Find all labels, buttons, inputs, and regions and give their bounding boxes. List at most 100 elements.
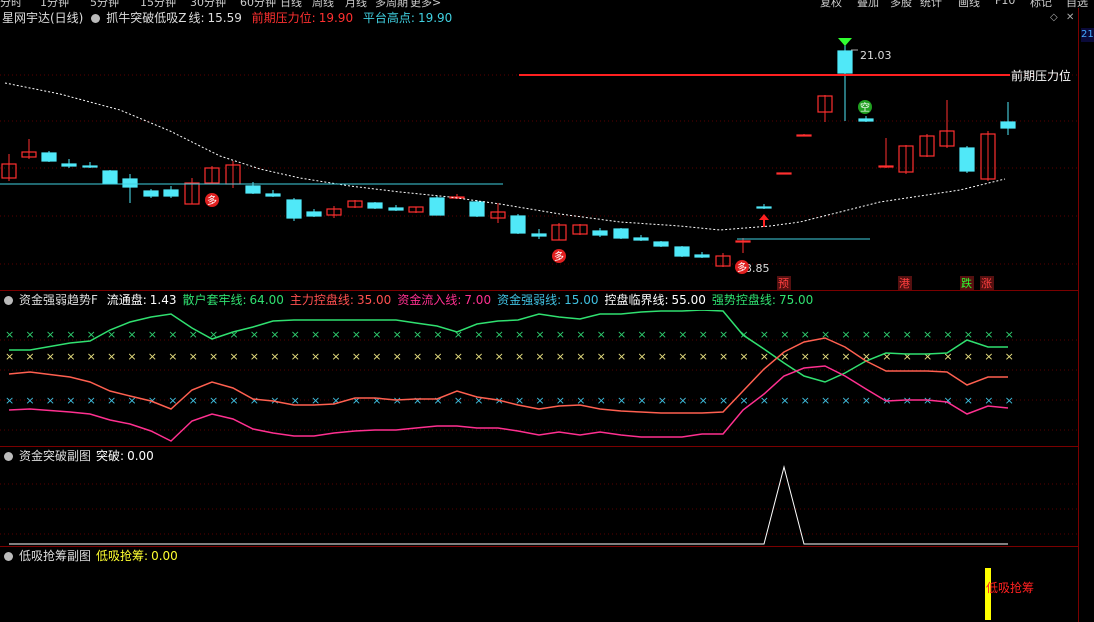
level-mark: × [352, 394, 361, 407]
diamond-icon[interactable]: ◇ [1050, 12, 1058, 23]
level-mark: × [46, 328, 55, 341]
level-mark: × [433, 328, 442, 341]
level-mark: × [637, 328, 646, 341]
level-mark: × [964, 350, 973, 363]
nav-item[interactable]: 15分钟 [140, 0, 176, 8]
candle-body [286, 199, 302, 219]
nav-item[interactable]: 标记 [1030, 0, 1052, 8]
nav-item[interactable]: 多股 [890, 0, 912, 8]
level-mark: × [5, 350, 14, 363]
candle-body [613, 228, 629, 239]
candle-body [735, 240, 751, 243]
level-mark: × [760, 328, 769, 341]
level-mark: × [229, 394, 238, 407]
lowbuy-value: 0.00 [151, 549, 178, 563]
line-label: 线: [188, 11, 205, 25]
panel-separator [0, 546, 1078, 547]
level-mark: × [189, 394, 198, 407]
level-mark: × [66, 328, 75, 341]
level-mark: × [658, 350, 667, 363]
nav-item[interactable]: 自选 [1066, 0, 1088, 8]
level-mark: × [1005, 350, 1014, 363]
nav-item[interactable]: 叠加 [857, 0, 879, 8]
level-mark: × [25, 350, 34, 363]
panel2-menu-icon[interactable] [4, 296, 13, 305]
panel4-menu-icon[interactable] [4, 552, 13, 561]
level-mark: × [658, 328, 667, 341]
panel3-title[interactable]: 资金突破副图 [19, 449, 91, 463]
indicator-menu-icon[interactable] [91, 14, 101, 23]
level-mark: × [617, 350, 626, 363]
indicator-name[interactable]: 抓牛突破低吸Z [106, 11, 186, 25]
nav-item[interactable]: 多周期 [375, 0, 408, 8]
legend-value: 7.00 [464, 293, 492, 307]
nav-item[interactable]: 日线 [280, 0, 302, 8]
candle-body [61, 163, 77, 167]
level-mark: × [454, 350, 463, 363]
level-mark: × [331, 350, 340, 363]
stock-title[interactable]: 星网宇达(日线) [2, 11, 83, 25]
nav-item[interactable]: 月线 [345, 0, 367, 8]
level-mark: × [250, 350, 259, 363]
nav-item[interactable]: 画线 [958, 0, 980, 8]
fund-strength-chart[interactable]: × × × × × × × × × × × × × × × × × × × × × × × × × × × × × × × × × × × × × × × ×… [0, 310, 1078, 446]
nav-item[interactable]: 复权 [820, 0, 842, 8]
level-mark: × [393, 328, 402, 341]
level-mark: × [372, 394, 381, 407]
nav-item[interactable]: 60分钟 [240, 0, 276, 8]
high-price-label: 21.03 [860, 49, 892, 62]
level-mark: × [637, 394, 646, 407]
level-mark: × [1005, 394, 1014, 407]
breakout-chart[interactable] [0, 464, 1078, 546]
level-mark: × [25, 328, 34, 341]
level-mark: × [739, 394, 748, 407]
close-icon[interactable]: ✕ [1066, 12, 1074, 23]
level-mark: × [413, 328, 422, 341]
panel2-title[interactable]: 资金强弱趋势F [19, 293, 98, 307]
nav-item[interactable]: 1分钟 [40, 0, 69, 8]
nav-item[interactable]: 分时 [0, 0, 22, 8]
level-mark: × [903, 328, 912, 341]
nav-item[interactable]: 30分钟 [190, 0, 226, 8]
nav-item[interactable]: 周线 [312, 0, 334, 8]
nav-item[interactable]: 更多> [410, 0, 441, 8]
nav-item[interactable]: 统计 [920, 0, 942, 8]
level-mark: × [311, 328, 320, 341]
candle-body [245, 185, 261, 194]
level-mark: × [413, 350, 422, 363]
pressure-value: 19.90 [318, 11, 354, 25]
legend-value: 35.00 [356, 293, 392, 307]
level-mark: × [87, 394, 96, 407]
pressure-tag: 前期压力位 [1011, 68, 1071, 83]
breakout-line [9, 465, 1008, 545]
candle-body [959, 147, 975, 172]
panel4-title[interactable]: 低吸抢筹副图 [19, 549, 91, 563]
level-mark: × [393, 350, 402, 363]
legend-label: 资金流入线: [397, 293, 462, 307]
nav-item[interactable]: 5分钟 [90, 0, 119, 8]
level-mark: × [882, 350, 891, 363]
level-mark: × [229, 328, 238, 341]
panel4-title-row: 低吸抢筹副图 低吸抢筹: 0.00 [0, 548, 184, 564]
candle-body [265, 193, 281, 197]
candle-body [41, 152, 57, 162]
candle-body [388, 207, 404, 211]
level-mark: × [841, 328, 850, 341]
nav-item[interactable]: F10 [995, 0, 1015, 7]
level-mark: × [719, 350, 728, 363]
level-mark: × [107, 350, 116, 363]
level-mark: × [168, 328, 177, 341]
kline-chart[interactable]: 前期压力位21.0313.85多多多空预港跌涨 [0, 26, 1078, 290]
candle-body [694, 254, 710, 258]
right-axis-separator [1078, 8, 1079, 622]
level-mark: × [984, 350, 993, 363]
candle-body [306, 211, 322, 217]
level-mark: × [923, 328, 932, 341]
level-mark: × [495, 350, 504, 363]
panel3-menu-icon[interactable] [4, 452, 13, 461]
long-signal-label: 多 [554, 250, 564, 263]
level-mark: × [699, 350, 708, 363]
level-mark: × [597, 328, 606, 341]
long-signal-label: 多 [207, 194, 217, 207]
level-mark: × [46, 394, 55, 407]
